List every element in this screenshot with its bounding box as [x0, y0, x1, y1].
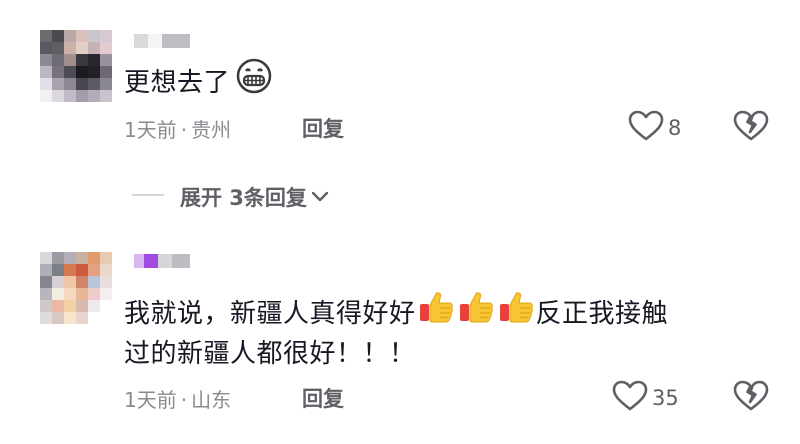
chevron-down-icon	[311, 188, 329, 207]
dislike-button[interactable]	[733, 380, 769, 416]
thumbs-up-group	[418, 289, 534, 338]
heart-icon	[612, 380, 648, 416]
reply-button[interactable]: 回复	[302, 113, 344, 143]
comment-location: 贵州	[191, 118, 232, 142]
like-count: 35	[652, 386, 679, 410]
broken-heart-icon	[733, 110, 769, 146]
grinning-face-icon	[236, 58, 272, 107]
expand-replies-button[interactable]: 展开 3条回复	[180, 182, 329, 212]
thumbs-up-icon	[498, 289, 534, 338]
avatar[interactable]	[40, 252, 112, 324]
meta-separator: ·	[180, 118, 188, 142]
meta-separator: ·	[180, 388, 188, 412]
heart-icon	[628, 110, 664, 146]
comment-meta: 1天前 · 山东	[124, 384, 231, 413]
like-button[interactable]: 35	[612, 380, 679, 416]
broken-heart-icon	[733, 380, 769, 416]
comment-text-line-2: 过的新疆人都很好！！！	[124, 339, 416, 369]
comment-time: 1天前	[124, 118, 177, 142]
username-masked[interactable]	[134, 34, 190, 48]
dislike-button[interactable]	[733, 110, 769, 146]
reply-button[interactable]: 回复	[302, 383, 344, 413]
comment-text-line-1: 我就说，新疆人真得好好 反正我接触	[124, 289, 668, 338]
username-masked[interactable]	[134, 254, 190, 268]
comment-time: 1天前	[124, 388, 177, 412]
thumbs-up-icon	[418, 289, 454, 338]
comment-meta: 1天前 · 贵州	[124, 114, 231, 143]
avatar[interactable]	[40, 30, 112, 102]
like-button[interactable]: 8	[628, 110, 681, 146]
like-count: 8	[668, 116, 682, 140]
expand-replies-label: 展开 3条回复	[180, 186, 307, 210]
comment-location: 山东	[191, 388, 232, 412]
comment-text: 更想去了	[124, 58, 272, 107]
thumbs-up-icon	[458, 289, 494, 338]
expand-divider	[132, 194, 164, 196]
